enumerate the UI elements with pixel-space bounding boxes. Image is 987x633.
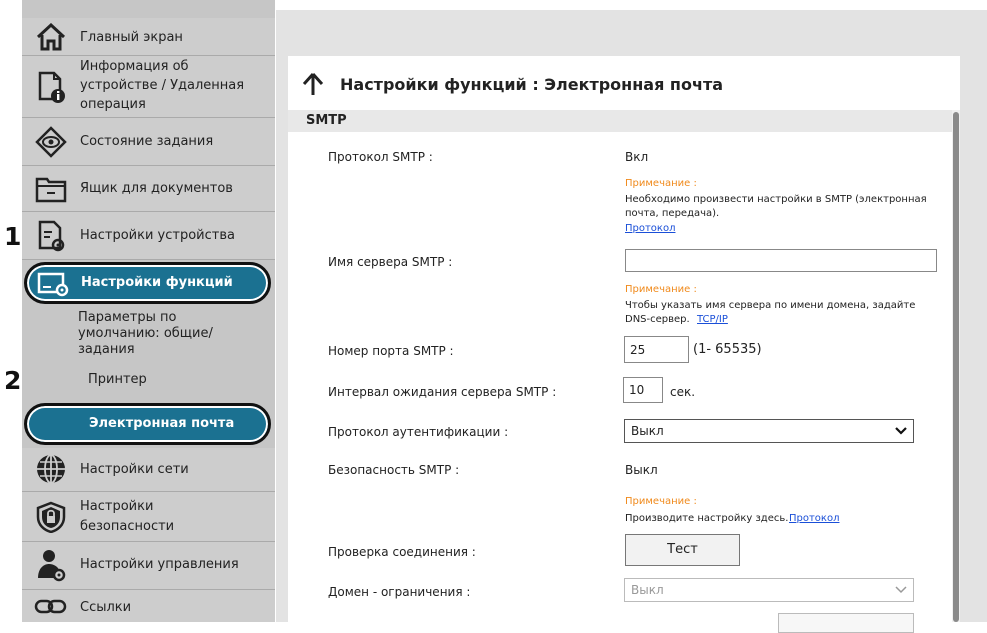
sidebar-item-management[interactable]: Настройки управления xyxy=(22,542,275,590)
smtp-port-range: (1- 65535) xyxy=(693,342,762,357)
smtp-port-label: Номер порта SMTP : xyxy=(328,344,454,358)
smtp-port-input[interactable] xyxy=(624,336,689,363)
sidebar-item-links[interactable]: Ссылки xyxy=(22,590,275,622)
sidebar-item-job-status[interactable]: Состояние задания xyxy=(22,118,275,166)
smtp-timeout-label: Интервал ожидания сервера SMTP : xyxy=(328,385,557,399)
step-number-1: 1 xyxy=(4,222,22,251)
sidebar-item-label: Настройки функций xyxy=(81,275,233,290)
home-icon xyxy=(34,20,68,54)
sidebar-item-label: Главный экран xyxy=(80,30,183,45)
smtp-server-input[interactable] xyxy=(625,249,937,272)
function-settings-icon xyxy=(37,271,69,301)
sidebar-item-security[interactable]: Настройки безопасности xyxy=(22,492,275,542)
auth-protocol-select[interactable]: Выкл xyxy=(624,419,914,443)
page-title: Настройки функций : Электронная почта xyxy=(340,75,724,94)
smtp-server-label: Имя сервера SMTP : xyxy=(328,255,453,269)
smtp-protocol-value: Вкл xyxy=(625,150,649,164)
sidebar-subitem-label: Принтер xyxy=(88,372,147,387)
device-info-icon xyxy=(34,70,68,104)
step-number-2: 2 xyxy=(4,366,22,395)
sidebar-item-network[interactable]: Настройки сети xyxy=(22,448,275,492)
globe-icon xyxy=(34,452,68,486)
chevron-down-icon xyxy=(895,420,907,449)
sidebar-subitem-label-line2: умолчанию: общие/ xyxy=(78,326,213,341)
device-settings-icon xyxy=(34,219,68,253)
sidebar-subitem-label-line3: задания xyxy=(78,342,135,357)
note3-protocol-link[interactable]: Протокол xyxy=(789,512,839,525)
sidebar-subitem-label: Электронная почта xyxy=(89,416,235,431)
sidebar-item-label-line1: Настройки xyxy=(80,499,154,514)
note2-tcpip-link[interactable]: TCP/IP xyxy=(697,313,728,326)
connection-check-label: Проверка соединения : xyxy=(328,545,476,559)
domain-restriction-select[interactable]: Выкл xyxy=(624,578,914,602)
admin-icon xyxy=(34,548,68,582)
domain-restriction-value: Выкл xyxy=(631,583,664,597)
sidebar-item-label: Ссылки xyxy=(80,600,132,615)
section-header-smtp: SMTP xyxy=(288,110,958,132)
sidebar-item-device-info[interactable]: Информация об устройстве / Удаленная опе… xyxy=(22,56,275,118)
note1-protocol-link[interactable]: Протокол xyxy=(625,222,675,235)
note1-line2: почта, передача). xyxy=(625,208,720,219)
sidebar-subitem-email[interactable]: Электронная почта xyxy=(24,403,271,445)
note3-text: Производите настройку здесь. xyxy=(625,513,789,524)
link-icon xyxy=(34,590,68,624)
shield-icon xyxy=(34,500,68,534)
sidebar-item-function-settings[interactable]: Настройки функций xyxy=(24,262,271,304)
sidebar-item-label: Настройки сети xyxy=(80,462,189,477)
auth-protocol-value: Выкл xyxy=(631,424,664,438)
auth-protocol-label: Протокол аутентификации : xyxy=(328,425,509,439)
sidebar-item-label-line1: Информация об xyxy=(80,59,189,74)
smtp-timeout-unit: сек. xyxy=(670,385,696,399)
note1-heading: Примечание : xyxy=(625,178,697,189)
sidebar-item-label: Состояние задания xyxy=(80,134,214,149)
smtp-timeout-input[interactable] xyxy=(623,377,663,403)
sidebar-item-label-line2: устройстве / Удаленная xyxy=(80,78,245,93)
note1-line1: Необходимо произвести настройки в SMTP (… xyxy=(625,194,927,205)
sidebar-subitem-defaults[interactable]: Параметры по умолчанию: общие/ задания xyxy=(22,308,275,364)
note2-line1: Чтобы указать имя сервера по имени домен… xyxy=(625,300,916,311)
partial-button[interactable] xyxy=(778,613,914,633)
chevron-down-icon xyxy=(895,579,907,608)
test-button[interactable]: Тест xyxy=(625,534,740,566)
sidebar-item-home[interactable]: Главный экран xyxy=(22,18,275,56)
smtp-security-value: Выкл xyxy=(625,463,658,477)
sidebar-item-label: Ящик для документов xyxy=(80,181,233,196)
sidebar-item-label: Настройки устройства xyxy=(80,228,235,243)
sidebar-item-device-settings[interactable]: Настройки устройства xyxy=(22,212,275,260)
note2-heading: Примечание : xyxy=(625,284,697,295)
sidebar-item-label-line2: безопасности xyxy=(80,519,175,534)
sidebar-subitem-label-line1: Параметры по xyxy=(78,310,177,325)
sidebar-item-document-box[interactable]: Ящик для документов xyxy=(22,166,275,212)
smtp-protocol-label: Протокол SMTP : xyxy=(328,150,433,164)
eye-icon xyxy=(34,125,68,159)
note3-heading: Примечание : xyxy=(625,496,697,507)
sidebar-item-label-line3: операция xyxy=(80,97,146,112)
sidebar-item-label: Настройки управления xyxy=(80,557,239,572)
up-arrow-icon[interactable] xyxy=(302,72,324,100)
smtp-security-label: Безопасность SMTP : xyxy=(328,463,460,477)
sidebar-subitem-printer[interactable]: Принтер xyxy=(22,364,275,400)
domain-restriction-label: Домен - ограничения : xyxy=(328,585,471,599)
folder-icon xyxy=(34,172,68,206)
note2-line2: DNS-сервер. xyxy=(625,314,690,325)
scrollbar-thumb[interactable] xyxy=(953,112,959,622)
